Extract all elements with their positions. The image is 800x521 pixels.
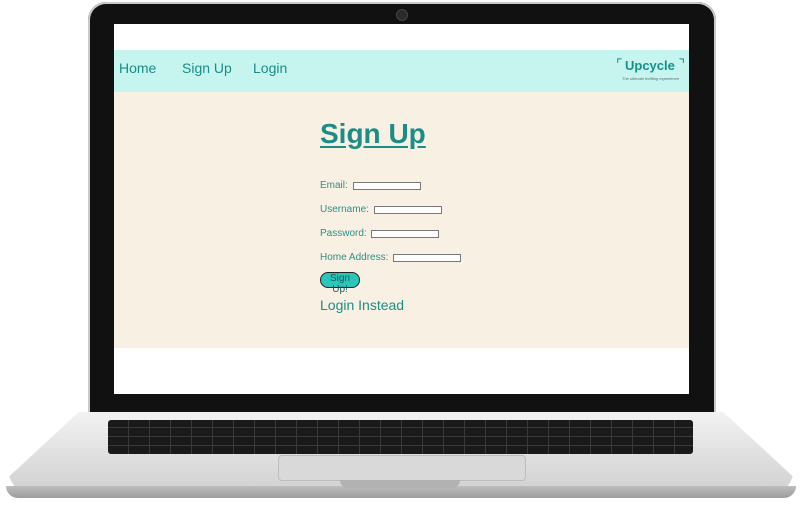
email-field[interactable] — [352, 181, 421, 190]
laptop-notch — [340, 480, 460, 488]
logo-bracket-left-icon: ⌜ — [616, 56, 623, 72]
logo-bracket-right-icon: ⌝ — [678, 56, 685, 72]
signup-submit-button[interactable]: Sign Up! — [320, 272, 360, 295]
address-row: Home Address: — [320, 252, 462, 263]
laptop-keyboard — [108, 420, 693, 454]
address-field[interactable] — [393, 253, 462, 262]
address-label: Home Address: — [320, 252, 389, 263]
laptop-screen: Home Sign Up Login ⌜ Upcycle ⌝ The ultim… — [114, 24, 689, 394]
nav-home-link[interactable]: Home — [119, 60, 156, 76]
email-label: Email: — [320, 180, 348, 191]
username-field[interactable] — [373, 205, 442, 214]
login-instead-link[interactable]: Login Instead — [320, 297, 404, 313]
password-field[interactable] — [371, 229, 440, 238]
password-row: Password: — [320, 228, 440, 239]
email-row: Email: — [320, 180, 421, 191]
nav-signup-link[interactable]: Sign Up — [182, 60, 232, 76]
password-label: Password: — [320, 228, 367, 239]
logo-tagline: The ultimate thrifting experience — [622, 76, 679, 81]
username-label: Username: — [320, 204, 369, 215]
browser-blank-bar — [114, 24, 689, 50]
logo-wordmark: Upcycle — [625, 58, 675, 73]
nav-login-link[interactable]: Login — [253, 60, 287, 76]
navbar: Home Sign Up Login ⌜ Upcycle ⌝ The ultim… — [114, 50, 689, 92]
page-title: Sign Up — [320, 118, 426, 149]
signup-content: Sign Up Email: Username: Password: Home … — [114, 92, 689, 348]
upcycle-logo[interactable]: ⌜ Upcycle ⌝ The ultimate thrifting exper… — [615, 54, 685, 86]
username-row: Username: — [320, 204, 442, 215]
laptop-touchpad — [278, 455, 526, 481]
webcam-icon — [396, 9, 408, 21]
